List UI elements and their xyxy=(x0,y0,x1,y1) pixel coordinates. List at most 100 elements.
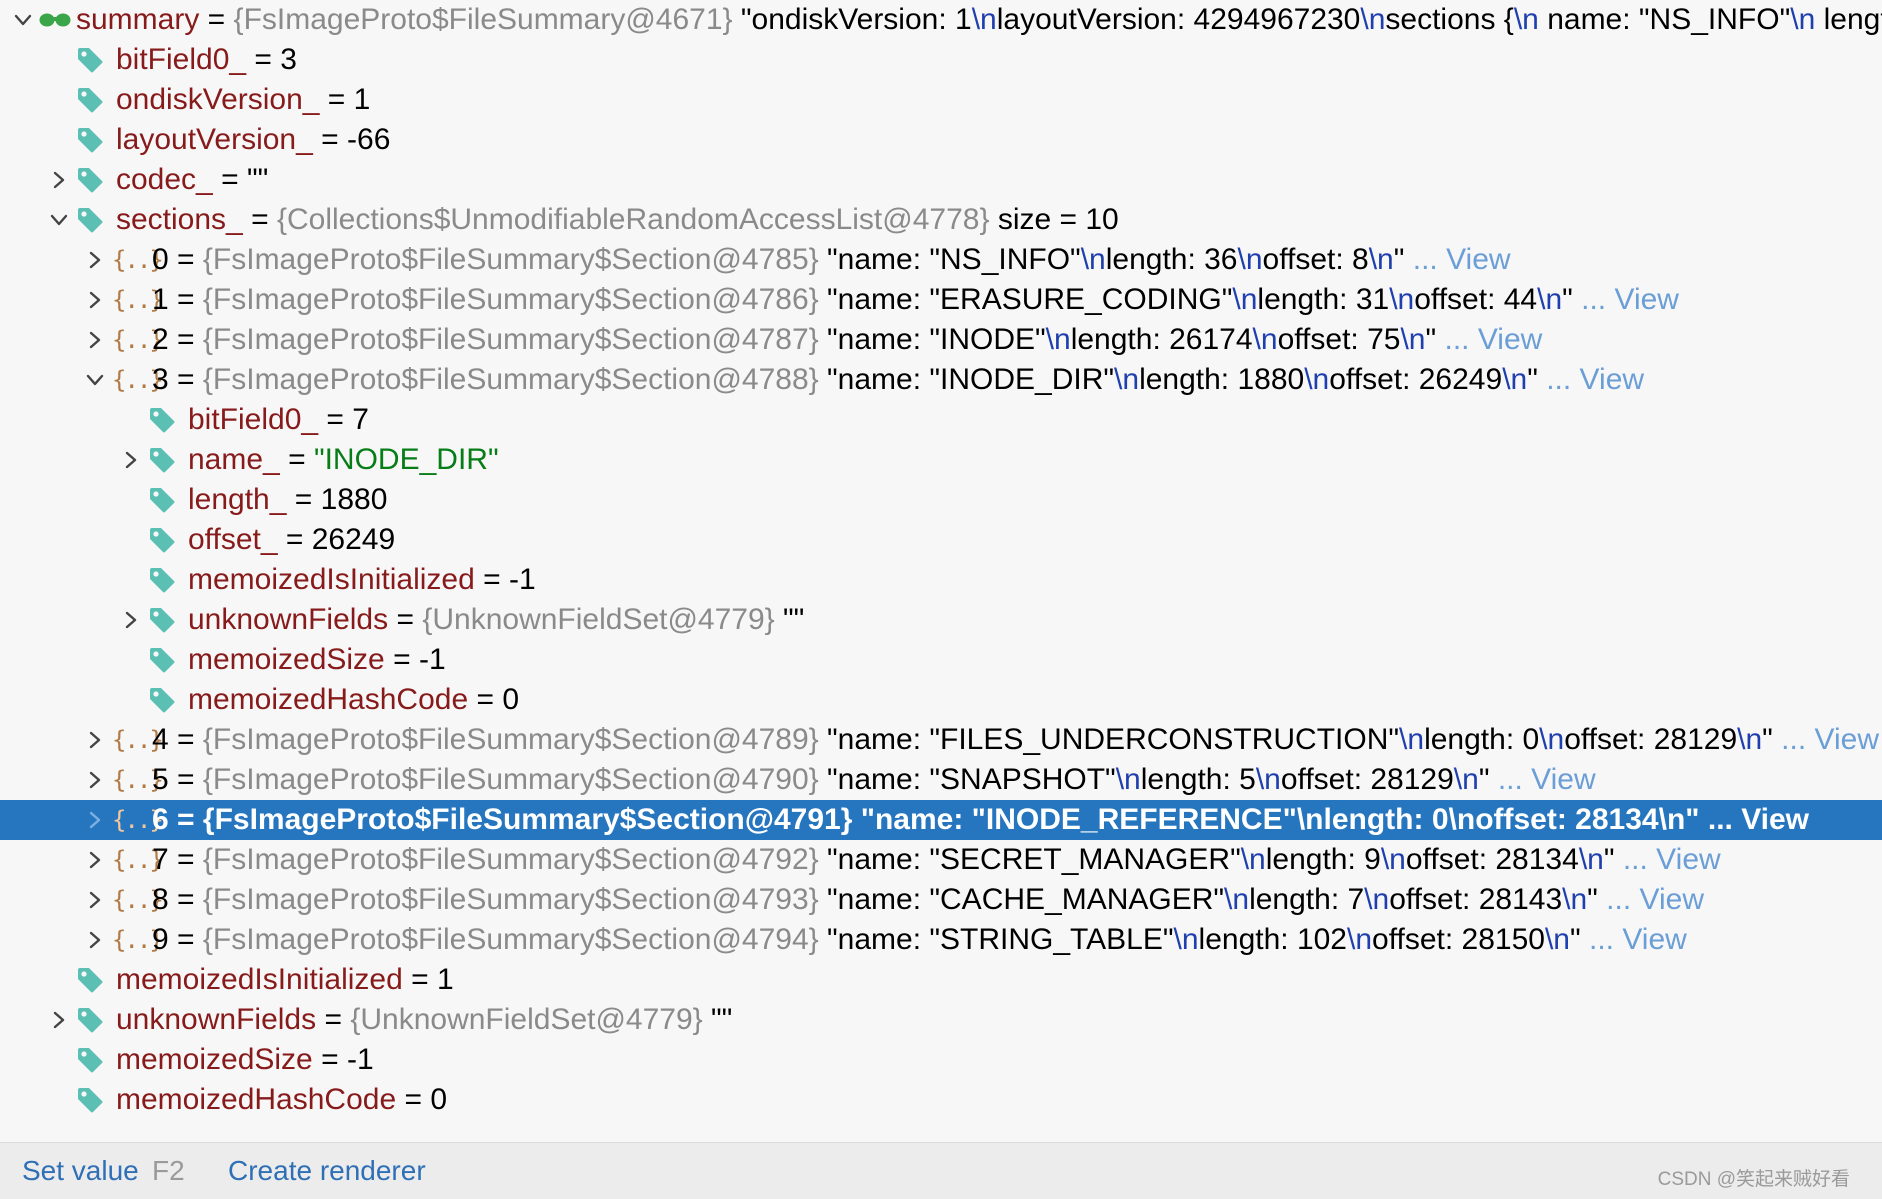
view-link[interactable]: ... View xyxy=(1708,803,1809,836)
tree-row-memoizedSize[interactable]: memoizedSize = -1 xyxy=(0,1040,1882,1080)
string-preview: offset: 28143 xyxy=(1389,883,1563,916)
tree-row-sections[interactable]: sections_ = {Collections$UnmodifiableRan… xyxy=(0,200,1882,240)
object-reference: {FsImageProto$FileSummary$Section@4792} xyxy=(202,843,819,876)
string-preview: " xyxy=(1393,243,1405,276)
tree-row-s3-memoizedSize[interactable]: memoizedSize = -1 xyxy=(0,640,1882,680)
set-value-button[interactable]: Set value xyxy=(22,1143,139,1199)
escape-sequence: \n xyxy=(1399,723,1425,756)
field-name: unknownFields xyxy=(116,1003,317,1036)
field-tag-icon xyxy=(76,1080,104,1120)
tree-row-section-7[interactable]: {..} 7 = {FsImageProto$FileSummary$Sectio… xyxy=(0,840,1882,880)
equals-sign: = xyxy=(312,123,348,156)
field-value: 1 xyxy=(353,83,371,116)
tree-row-section-9[interactable]: {..} 9 = {FsImageProto$FileSummary$Sectio… xyxy=(0,920,1882,960)
view-link[interactable]: ... View xyxy=(1623,843,1721,876)
expand-chevron-icon[interactable] xyxy=(82,840,108,880)
tree-row-memoizedIsInitialized[interactable]: memoizedIsInitialized = 1 xyxy=(0,960,1882,1000)
tree-row-codec[interactable]: codec_ = "" xyxy=(0,160,1882,200)
string-preview: " xyxy=(1478,763,1490,796)
tree-row-s3-memoizedIsInitialized[interactable]: memoizedIsInitialized = -1 xyxy=(0,560,1882,600)
create-renderer-button[interactable]: Create renderer xyxy=(228,1143,426,1199)
string-preview: "name: "INODE_DIR" xyxy=(827,363,1115,396)
field-tag-icon xyxy=(148,680,176,720)
tree-row-summary[interactable]: summary = {FsImageProto$FileSummary@4671… xyxy=(0,0,1882,40)
escape-sequence: \n xyxy=(1502,363,1528,396)
expand-chevron-icon[interactable] xyxy=(82,280,108,320)
escape-sequence: \n xyxy=(1304,363,1330,396)
field-tag-icon xyxy=(148,480,176,520)
collapse-chevron-icon[interactable] xyxy=(10,0,36,40)
expand-chevron-icon[interactable] xyxy=(82,720,108,760)
tree-row-ondiskVersion[interactable]: ondiskVersion_ = 1 xyxy=(0,80,1882,120)
expand-chevron-icon[interactable] xyxy=(118,600,144,640)
expand-chevron-icon[interactable] xyxy=(82,760,108,800)
view-link[interactable]: ... View xyxy=(1589,923,1687,956)
equals-sign: = xyxy=(402,963,437,996)
tree-row-unknownFields[interactable]: unknownFields = {UnknownFieldSet@4779} "… xyxy=(0,1000,1882,1040)
view-link[interactable]: ... View xyxy=(1781,723,1879,756)
string-preview: "name: "INODE_REFERENCE" xyxy=(860,803,1297,836)
string-preview: sections { xyxy=(1385,3,1514,36)
view-link[interactable]: ... View xyxy=(1498,763,1596,796)
object-reference: {FsImageProto$FileSummary$Section@4789} xyxy=(202,723,819,756)
tree-row-section-0[interactable]: {..} 0 = {FsImageProto$FileSummary$Sectio… xyxy=(0,240,1882,280)
view-link[interactable]: ... View xyxy=(1581,283,1679,316)
field-name: 6 xyxy=(152,803,169,836)
tree-row-section-8[interactable]: {..} 8 = {FsImageProto$FileSummary$Sectio… xyxy=(0,880,1882,920)
view-link[interactable]: ... View xyxy=(1413,243,1511,276)
tree-row-section-4[interactable]: {..} 4 = {FsImageProto$FileSummary$Sectio… xyxy=(0,720,1882,760)
collapse-chevron-icon[interactable] xyxy=(46,200,72,240)
tree-row-section-5[interactable]: {..} 5 = {FsImageProto$FileSummary$Sectio… xyxy=(0,760,1882,800)
string-preview: " xyxy=(1562,283,1573,316)
field-tag-icon xyxy=(148,440,176,480)
field-name: memoizedHashCode xyxy=(116,1083,397,1116)
tree-row-section-1[interactable]: {..} 1 = {FsImageProto$FileSummary$Sectio… xyxy=(0,280,1882,320)
field-name: 2 xyxy=(152,323,169,356)
view-link[interactable]: ... View xyxy=(1546,363,1644,396)
field-value: "" xyxy=(246,163,269,196)
tree-row-bitField0[interactable]: bitField0_ = 3 xyxy=(0,40,1882,80)
escape-sequence: \n xyxy=(1453,763,1479,796)
string-preview: length: 0 xyxy=(1424,723,1540,756)
field-tag-icon xyxy=(148,640,176,680)
string-preview: offset: 75 xyxy=(1277,323,1401,356)
view-link[interactable]: ... View xyxy=(1606,883,1704,916)
expand-chevron-icon[interactable] xyxy=(46,1000,72,1040)
string-preview: length: 5 xyxy=(1140,763,1256,796)
escape-sequence: \n xyxy=(1562,883,1588,916)
tree-row-s3-memoizedHashCode[interactable]: memoizedHashCode = 0 xyxy=(0,680,1882,720)
escape-sequence: \n xyxy=(1400,323,1426,356)
tree-row-s3-bitField0[interactable]: bitField0_ = 7 xyxy=(0,400,1882,440)
view-link[interactable]: ... View xyxy=(1444,323,1542,356)
string-preview: length: 3 xyxy=(1823,3,1882,36)
tree-row-section-3[interactable]: {..} 3 = {FsImageProto$FileSummary$Sectio… xyxy=(0,360,1882,400)
tree-row-s3-name[interactable]: name_ = "INODE_DIR" xyxy=(0,440,1882,480)
value-tail: "" xyxy=(783,603,805,636)
expand-chevron-icon[interactable] xyxy=(82,920,108,960)
expand-chevron-icon[interactable] xyxy=(46,160,72,200)
escape-sequence: \n xyxy=(1115,763,1141,796)
object-reference: {Collections$UnmodifiableRandomAccessLis… xyxy=(276,203,990,236)
expand-chevron-icon[interactable] xyxy=(82,880,108,920)
object-reference: {FsImageProto$FileSummary$Section@4786} xyxy=(202,283,819,316)
expand-chevron-icon[interactable] xyxy=(82,800,108,840)
tree-row-memoizedHashCode[interactable]: memoizedHashCode = 0 xyxy=(0,1080,1882,1120)
field-name: ondiskVersion_ xyxy=(116,83,320,116)
tree-row-layoutVersion[interactable]: layoutVersion_ = -66 xyxy=(0,120,1882,160)
expand-chevron-icon[interactable] xyxy=(118,440,144,480)
equals-sign: = xyxy=(168,723,203,756)
field-name: 1 xyxy=(152,283,169,316)
tree-row-s3-unknownFields[interactable]: unknownFields = {UnknownFieldSet@4779} "… xyxy=(0,600,1882,640)
tree-row-s3-offset[interactable]: offset_ = 26249 xyxy=(0,520,1882,560)
tree-row-section-6[interactable]: {..} 6 = {FsImageProto$FileSummary$Sectio… xyxy=(0,800,1882,840)
collapse-chevron-icon[interactable] xyxy=(82,360,108,400)
expand-chevron-icon[interactable] xyxy=(82,240,108,280)
tree-row-section-2[interactable]: {..} 2 = {FsImageProto$FileSummary$Sectio… xyxy=(0,320,1882,360)
expand-chevron-icon[interactable] xyxy=(82,320,108,360)
tree-row-s3-length[interactable]: length_ = 1880 xyxy=(0,480,1882,520)
field-name: offset_ xyxy=(188,523,278,556)
